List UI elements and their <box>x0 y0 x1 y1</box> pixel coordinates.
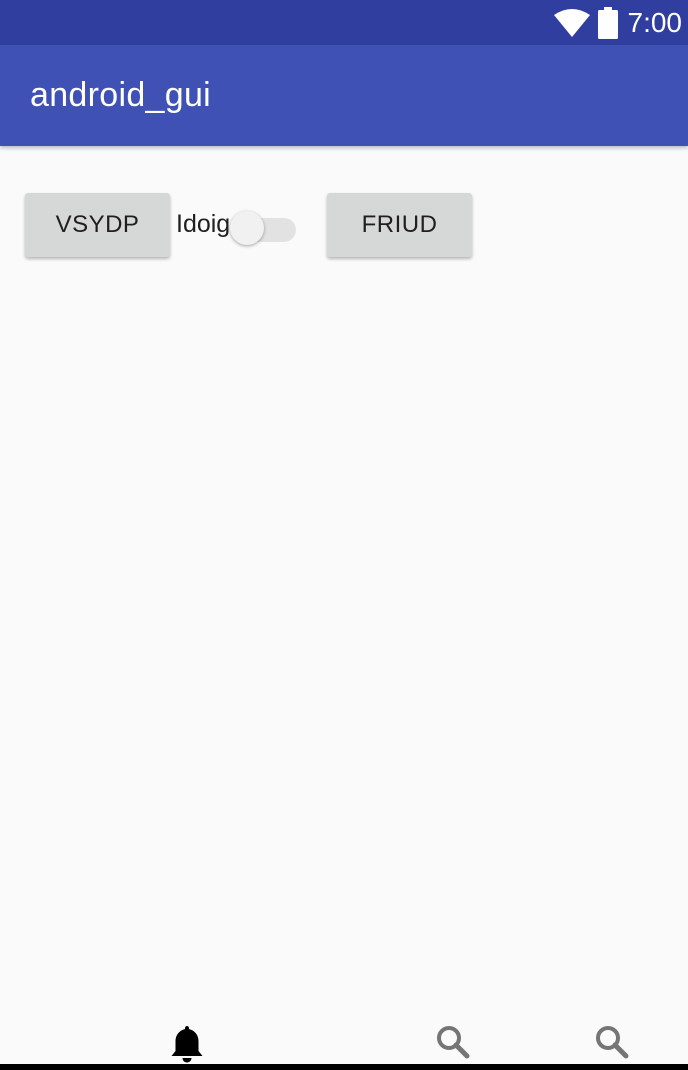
nav-item-search-1[interactable] <box>423 1010 483 1066</box>
app-title: android_gui <box>30 76 212 114</box>
search-icon <box>594 1010 630 1060</box>
battery-icon <box>597 6 618 39</box>
bell-icon <box>170 1010 204 1064</box>
switch-thumb[interactable] <box>230 211 264 245</box>
vsydp-button[interactable]: VSYDP <box>25 193 170 257</box>
status-bar: 7:00 <box>0 0 688 45</box>
status-time: 7:00 <box>627 7 683 38</box>
friud-button[interactable]: FRIUD <box>327 193 472 257</box>
nav-item-search-2[interactable] <box>582 1010 642 1066</box>
wifi-icon <box>553 8 590 37</box>
switch-label: Idoig <box>176 210 231 238</box>
search-icon <box>435 1010 471 1060</box>
nav-item-notifications[interactable] <box>157 1010 217 1066</box>
app-bar: android_gui <box>0 45 688 146</box>
bottom-nav <box>0 1010 688 1066</box>
status-icons: 7:00 <box>553 0 683 45</box>
navigation-bar-edge <box>0 1064 688 1070</box>
idoig-switch[interactable] <box>228 206 298 246</box>
